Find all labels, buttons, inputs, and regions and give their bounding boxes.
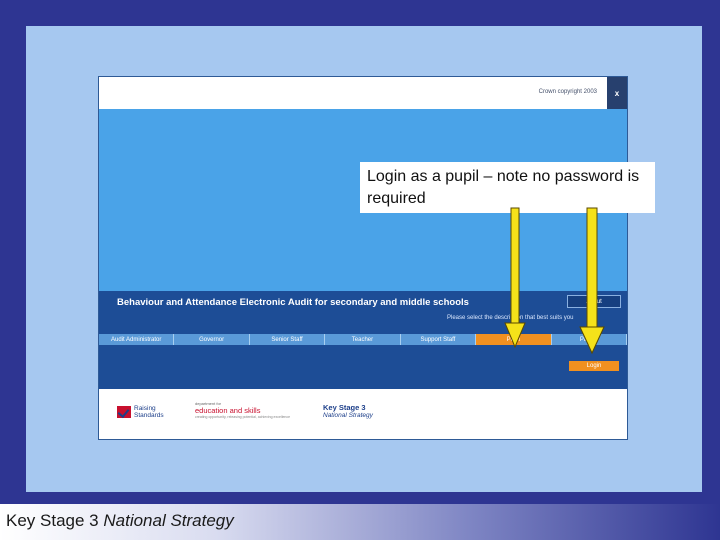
close-button[interactable]: x	[607, 77, 627, 109]
raising-standards-text: Raising Standards	[134, 405, 164, 419]
app-title: Behaviour and Attendance Electronic Audi…	[117, 297, 469, 308]
arrow-to-pupil-tab	[504, 207, 526, 349]
callout-box: Login as a pupil – note no password is r…	[360, 162, 655, 213]
tab-governor[interactable]: Governor	[174, 334, 250, 345]
des-tagline: creating opportunity, releasing potentia…	[195, 415, 291, 419]
copyright-text: Crown copyright 2003	[538, 89, 597, 95]
raising-standards-logo: Raising Standards	[117, 405, 174, 419]
role-tabs: Audit Administrator Governor Senior Staf…	[99, 334, 627, 345]
tab-senior-staff[interactable]: Senior Staff	[250, 334, 326, 345]
tab-teacher[interactable]: Teacher	[325, 334, 401, 345]
app-window: Crown copyright 2003 x Behaviour and Att…	[98, 76, 628, 440]
slide-footer-bar: Key Stage 3 National Strategy	[0, 504, 720, 540]
ks3-subtitle: National Strategy	[323, 412, 373, 419]
tab-audit-administrator[interactable]: Audit Administrator	[99, 334, 175, 345]
login-panel: Login	[99, 345, 627, 389]
footer-prefix: Key Stage 3	[6, 511, 99, 530]
arrow-to-login-button	[579, 207, 605, 355]
footer-italic: National Strategy	[103, 511, 234, 530]
tick-icon	[117, 406, 131, 418]
ks3-title: Key Stage 3	[323, 403, 366, 412]
tab-support-staff[interactable]: Support Staff	[401, 334, 477, 345]
logo-footer: Raising Standards department for educati…	[99, 389, 627, 439]
app-title-strip: Behaviour and Attendance Electronic Audi…	[99, 291, 627, 335]
login-button[interactable]: Login	[569, 361, 619, 371]
des-name-text: education and skills	[195, 406, 261, 415]
des-logo: department for education and skills crea…	[195, 401, 290, 419]
app-top-bar: Crown copyright 2003 x	[99, 77, 627, 109]
footer-label: Key Stage 3 National Strategy	[6, 511, 234, 531]
ks3-logo: Key Stage 3 National Strategy	[323, 403, 373, 419]
